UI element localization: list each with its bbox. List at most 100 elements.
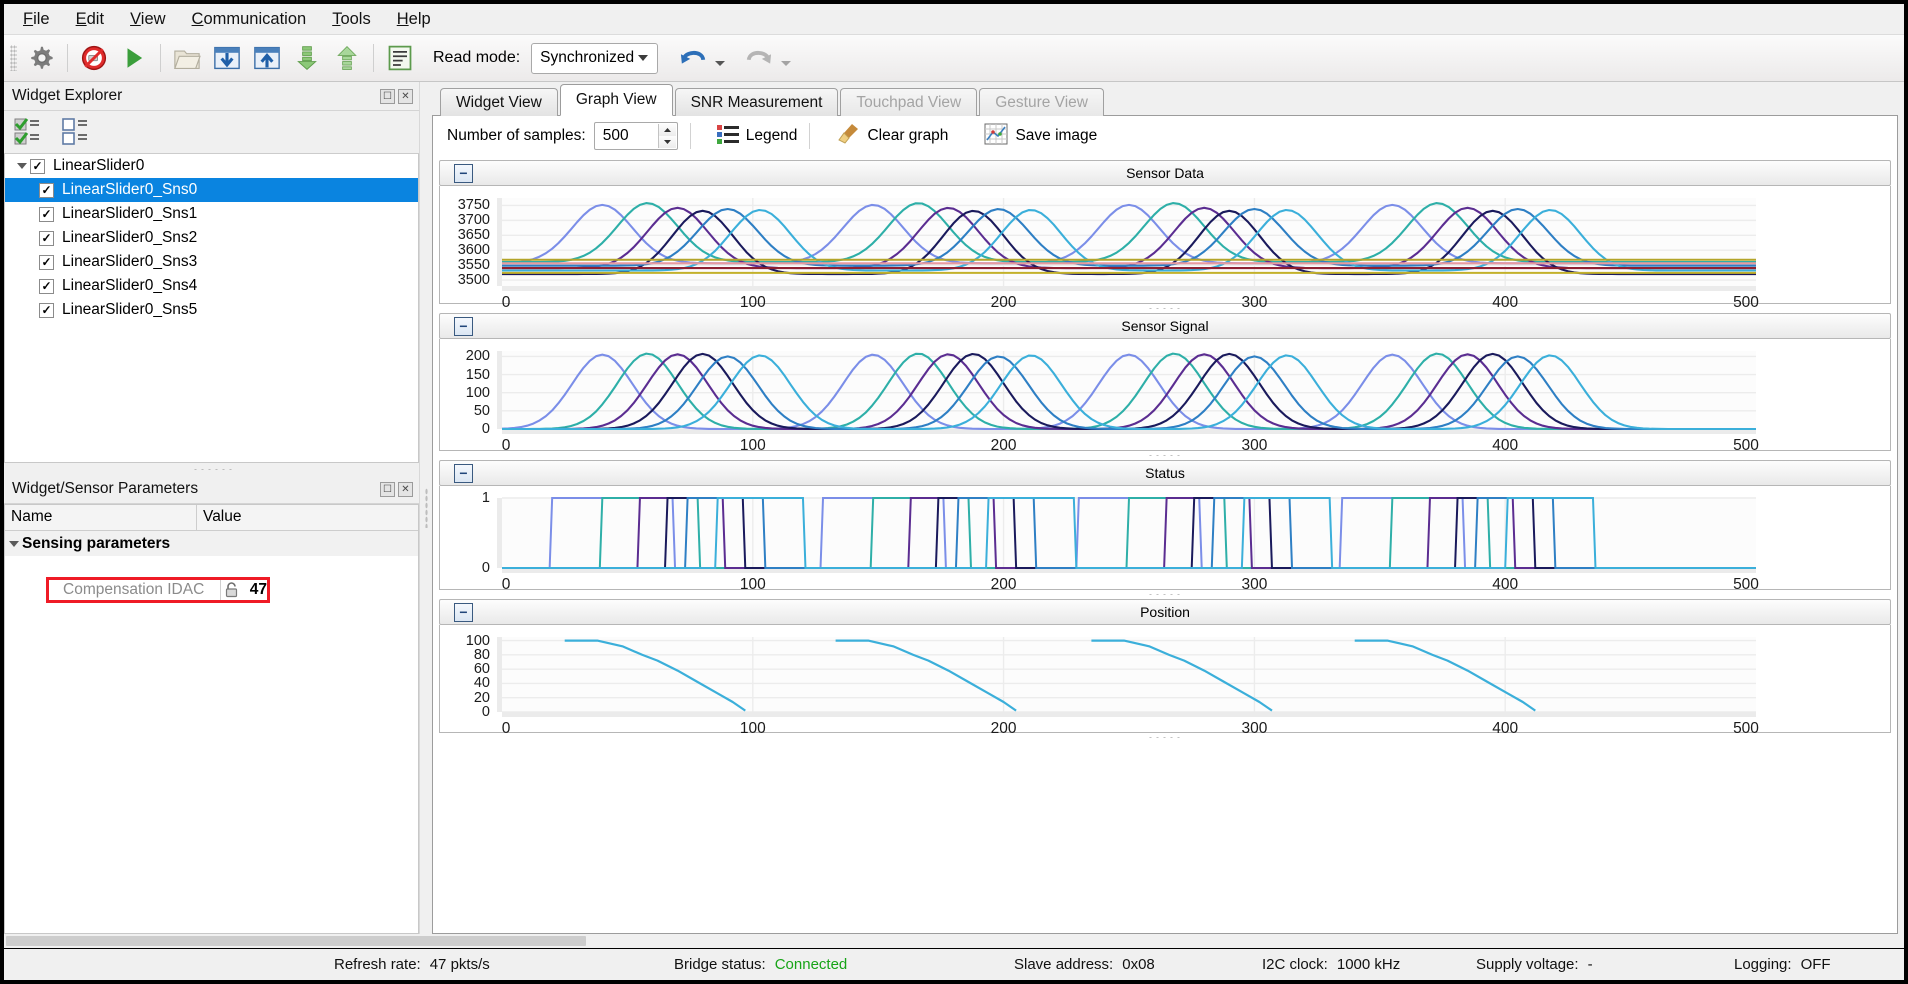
tree-item-checkbox[interactable]: ✓ xyxy=(39,230,54,246)
undo-dropdown-icon[interactable] xyxy=(715,60,726,66)
dock-vertical-splitter[interactable] xyxy=(420,82,432,934)
tree-item-linearslider0_sns4[interactable]: ✓ LinearSlider0_Sns4 xyxy=(5,274,418,298)
tree-item-linearslider0_sns5[interactable]: ✓ LinearSlider0_Sns5 xyxy=(5,298,418,322)
chart-y-axis-labels: 0 50 100 150 200 xyxy=(446,339,490,451)
horizontal-scrollbar[interactable] xyxy=(4,934,1904,948)
settings-gear-icon[interactable] xyxy=(22,39,60,77)
menu-item-file[interactable]: File xyxy=(10,6,63,33)
chart-body[interactable]: 0 20 40 60 80 100 0 100 200 300 400 500 xyxy=(439,625,1891,737)
tree-item-checkbox[interactable]: ✓ xyxy=(39,278,54,294)
menu-item-tools[interactable]: Tools xyxy=(319,6,384,33)
y-tick-label: 50 xyxy=(473,402,490,419)
save-image-button[interactable]: Save image xyxy=(984,123,1097,150)
tree-item-label: LinearSlider0_Sns4 xyxy=(62,277,198,294)
tree-item-checkbox[interactable]: ✓ xyxy=(39,302,54,318)
legend-toggle[interactable]: Legend xyxy=(716,124,797,149)
chart-resize-grip[interactable] xyxy=(439,590,1891,599)
x-tick-label: 100 xyxy=(739,437,766,454)
tree-item-checkbox[interactable]: ✓ xyxy=(39,254,54,270)
chart-header: − Status xyxy=(439,460,1891,486)
tab-widget-view[interactable]: Widget View xyxy=(440,88,558,116)
y-tick-label: 0 xyxy=(481,420,490,437)
minus-icon[interactable]: − xyxy=(454,163,473,183)
toolbar-drag-handle[interactable] xyxy=(10,45,17,71)
tree-item-linearslider0_sns0[interactable]: ✓ LinearSlider0_Sns0 xyxy=(5,178,418,202)
float-panel-icon[interactable]: ☐ xyxy=(380,481,395,497)
apply-all-down-icon[interactable] xyxy=(288,39,326,77)
close-panel-icon[interactable]: ✕ xyxy=(398,88,413,104)
uncheck-all-icon[interactable] xyxy=(61,117,95,147)
tree-item-checkbox[interactable]: ✓ xyxy=(39,182,54,198)
undo-icon[interactable] xyxy=(674,39,712,77)
menu-item-help[interactable]: Help xyxy=(384,6,444,33)
open-folder-icon[interactable] xyxy=(168,39,206,77)
status-logging: Logging: OFF xyxy=(1734,956,1831,973)
chart-header: − Position xyxy=(439,599,1891,625)
minus-icon[interactable]: − xyxy=(454,602,473,622)
tree-item-linearslider0_sns1[interactable]: ✓ LinearSlider0_Sns1 xyxy=(5,202,418,226)
parameters-group-row[interactable]: Sensing parameters xyxy=(5,531,418,556)
widget-tree[interactable]: ✓ LinearSlider0 ✓ LinearSlider0_Sns0 ✓ Linear… xyxy=(4,154,419,463)
y-tick-label: 3750 xyxy=(457,197,490,214)
tree-item-checkbox[interactable]: ✓ xyxy=(39,206,54,222)
parameters-title: Widget/Sensor Parameters xyxy=(12,480,199,497)
chart-resize-grip[interactable] xyxy=(439,451,1891,460)
read-mode-combo[interactable]: Synchronized xyxy=(531,42,659,74)
legend-icon xyxy=(716,124,739,149)
toolbar-separator xyxy=(67,44,68,72)
tree-item-checkbox[interactable]: ✓ xyxy=(30,158,45,174)
status-supply-voltage: Supply voltage: - xyxy=(1476,956,1593,973)
y-tick-label: 0 xyxy=(481,703,490,720)
check-all-icon[interactable] xyxy=(13,117,47,147)
download-to-device-icon[interactable] xyxy=(208,39,246,77)
tree-item-linearslider0_sns3[interactable]: ✓ LinearSlider0_Sns3 xyxy=(5,250,418,274)
chart-body[interactable]: 0 50 100 150 200 0 100 200 300 400 500 xyxy=(439,339,1891,454)
samples-input[interactable]: 500 xyxy=(593,122,678,150)
read-all-up-icon[interactable] xyxy=(328,39,366,77)
widget-explorer-title: Widget Explorer xyxy=(12,87,123,104)
status-refresh-rate: Refresh rate: 47 pkts/s xyxy=(334,956,490,973)
slave-address-value: 0x08 xyxy=(1122,956,1155,973)
left-dock-splitter[interactable] xyxy=(4,463,419,475)
x-tick-label: 500 xyxy=(1733,720,1759,737)
x-tick-label: 100 xyxy=(739,720,766,737)
left-dock: Widget Explorer ☐ ✕ ✓ LinearSlider0 ✓ Li… xyxy=(4,82,420,934)
compensation-idac-row[interactable]: Compensation IDAC 47 xyxy=(46,577,270,603)
scrollbar-thumb[interactable] xyxy=(6,936,586,946)
menu-item-edit[interactable]: Edit xyxy=(63,6,117,33)
minus-icon[interactable]: − xyxy=(454,463,473,483)
tree-item-linearslider0[interactable]: ✓ LinearSlider0 xyxy=(5,154,418,178)
chart-body[interactable]: 3500 3550 3600 3650 3700 3750 0 100 200 300 400 500 xyxy=(439,186,1891,311)
status-i2c-clock: I2C clock: 1000 kHz xyxy=(1262,956,1400,973)
float-panel-icon[interactable]: ☐ xyxy=(380,88,395,104)
menu-item-view[interactable]: View xyxy=(117,6,178,33)
start-play-icon[interactable] xyxy=(115,39,153,77)
redo-icon[interactable] xyxy=(740,39,778,77)
tab-graph-view[interactable]: Graph View xyxy=(559,84,673,116)
right-area: Widget View Graph View SNR Measurement Touc… xyxy=(432,82,1904,934)
x-tick-label: 200 xyxy=(990,720,1017,737)
chevron-down-icon[interactable] xyxy=(5,541,22,547)
stepper-up-icon[interactable] xyxy=(658,124,676,136)
tree-item-label: LinearSlider0_Sns1 xyxy=(62,205,198,222)
minus-icon[interactable]: − xyxy=(454,316,473,336)
tab-snr-measurement[interactable]: SNR Measurement xyxy=(674,88,839,116)
tree-item-linearslider0_sns2[interactable]: ✓ LinearSlider0_Sns2 xyxy=(5,226,418,250)
menu-item-communication[interactable]: Communication xyxy=(179,6,320,33)
clear-graph-button[interactable]: Clear graph xyxy=(836,122,948,151)
chart-resize-grip[interactable] xyxy=(439,733,1891,742)
chevron-down-icon[interactable] xyxy=(13,163,30,169)
x-tick-label: 0 xyxy=(501,576,511,593)
redo-dropdown-icon[interactable] xyxy=(781,60,792,66)
samples-stepper[interactable] xyxy=(657,124,676,148)
close-panel-icon[interactable]: ✕ xyxy=(398,481,413,497)
main-toolbar: Read mode: Synchronized xyxy=(4,34,1904,82)
upload-from-device-icon[interactable] xyxy=(248,39,286,77)
chart-resize-grip[interactable] xyxy=(439,304,1891,313)
chart-body[interactable]: 0 1 0 100 200 300 400 500 xyxy=(439,486,1891,593)
stop-disconnect-icon[interactable] xyxy=(75,39,113,77)
y-tick-label: 3700 xyxy=(457,212,490,229)
stepper-down-icon[interactable] xyxy=(658,136,676,148)
lock-icon[interactable] xyxy=(221,582,243,598)
log-file-icon[interactable] xyxy=(381,39,419,77)
